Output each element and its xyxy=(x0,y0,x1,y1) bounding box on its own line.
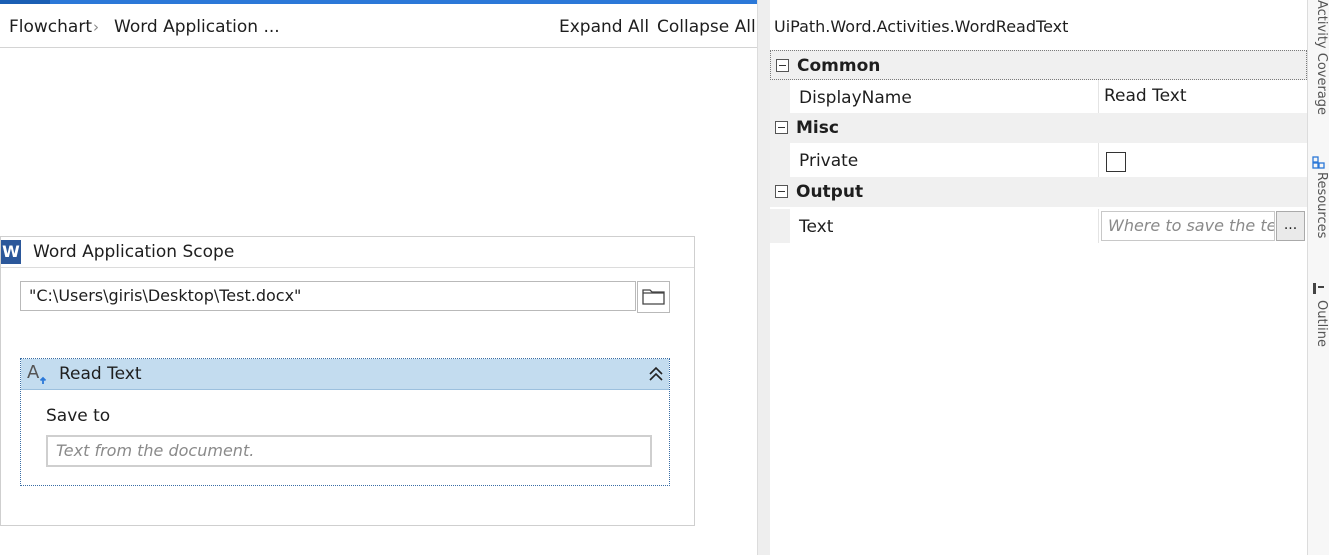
displayname-value[interactable]: Read Text xyxy=(1104,86,1187,106)
side-tab-activity-coverage[interactable]: Activity Coverage xyxy=(1308,0,1329,140)
category-label: Common xyxy=(797,56,881,76)
side-tab-outline[interactable]: Outline xyxy=(1308,300,1329,380)
breadcrumb-separator-icon: › xyxy=(93,18,99,36)
expand-all-button[interactable]: Expand All xyxy=(559,17,649,37)
collapse-toggle-icon[interactable] xyxy=(775,185,788,198)
scope-header[interactable]: W Word Application Scope xyxy=(1,237,694,268)
row-gutter xyxy=(770,80,790,114)
read-text-icon: A xyxy=(27,362,47,384)
collapse-chevron-icon[interactable] xyxy=(647,365,665,383)
category-label: Output xyxy=(796,182,864,202)
panel-splitter[interactable] xyxy=(757,0,771,555)
breadcrumb-item-flowchart[interactable]: Flowchart xyxy=(9,17,92,37)
property-row-text[interactable]: Text Where to save the te ... xyxy=(770,209,1307,243)
category-common[interactable]: Common xyxy=(770,50,1307,80)
row-gutter xyxy=(770,209,790,243)
row-gutter xyxy=(770,143,790,177)
column-divider xyxy=(1098,80,1099,114)
scope-title: Word Application Scope xyxy=(33,242,235,262)
word-application-scope-activity[interactable]: W Word Application Scope "C:\Users\giris… xyxy=(0,236,695,526)
collapse-toggle-icon[interactable] xyxy=(776,59,789,72)
property-name: Private xyxy=(799,151,859,171)
properties-panel: UiPath.Word.Activities.WordReadText Comm… xyxy=(770,0,1308,555)
read-text-header[interactable]: A Read Text xyxy=(21,359,669,390)
browse-folder-button[interactable] xyxy=(637,281,670,313)
workflow-designer: Flowchart › Word Application ... Expand … xyxy=(0,0,757,555)
breadcrumb-item-word-application[interactable]: Word Application ... xyxy=(114,17,280,37)
read-text-activity[interactable]: A Read Text Save to Text from the docume… xyxy=(20,358,670,486)
category-misc[interactable]: Misc xyxy=(770,113,1307,143)
collapse-all-button[interactable]: Collapse All xyxy=(657,17,756,37)
read-text-title: Read Text xyxy=(59,364,142,384)
side-panel-tabs: Activity Coverage Resources Outline xyxy=(1308,0,1329,555)
save-to-input[interactable]: Text from the document. xyxy=(46,435,652,467)
folder-icon xyxy=(642,289,665,305)
property-row-displayname[interactable]: DisplayName Read Text xyxy=(770,80,1307,114)
file-path-input[interactable]: "C:\Users\giris\Desktop\Test.docx" xyxy=(20,281,636,311)
category-output[interactable]: Output xyxy=(770,177,1307,207)
property-row-private[interactable]: Private xyxy=(770,143,1307,177)
column-divider xyxy=(1098,209,1099,243)
save-to-label: Save to xyxy=(46,406,111,426)
resources-icon xyxy=(1312,156,1325,169)
outline-icon xyxy=(1313,283,1324,294)
breadcrumb: Flowchart › Word Application ... Expand … xyxy=(0,4,757,48)
column-divider xyxy=(1098,143,1099,177)
private-checkbox[interactable] xyxy=(1106,152,1126,172)
property-name: Text xyxy=(799,217,834,237)
expression-editor-button[interactable]: ... xyxy=(1276,211,1305,241)
text-output-input[interactable]: Where to save the te xyxy=(1101,211,1275,241)
property-name: DisplayName xyxy=(799,88,912,108)
side-tab-resources[interactable]: Resources xyxy=(1308,172,1329,272)
collapse-toggle-icon[interactable] xyxy=(775,121,788,134)
category-label: Misc xyxy=(796,118,839,138)
svg-text:A: A xyxy=(27,362,40,383)
properties-activity-type: UiPath.Word.Activities.WordReadText xyxy=(774,17,1069,36)
word-icon: W xyxy=(1,240,21,264)
